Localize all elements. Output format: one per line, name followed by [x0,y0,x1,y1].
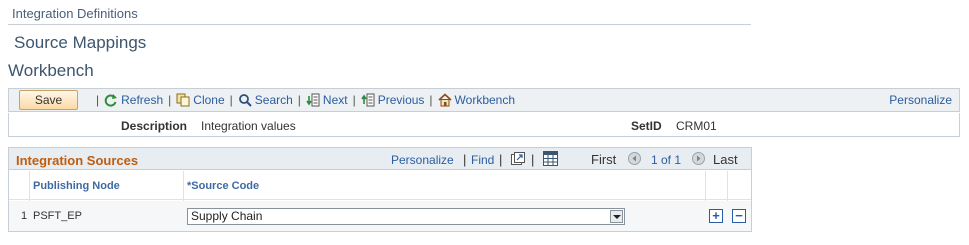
toolbar-separator: | [229,93,233,107]
column-header-source-code[interactable]: *Source Code [187,180,259,192]
search-label: Search [254,93,293,107]
next-row-icon [692,152,705,165]
setid-label: SetID [631,119,662,133]
integration-sources-grid: Integration Sources Personalize | Find |… [8,147,752,232]
toolbar-separator: | [429,93,433,107]
next-label: Next [322,93,348,107]
previous-label: Previous [377,93,425,107]
refresh-label: Refresh [121,93,164,107]
source-code-selected-value: Supply Chain [191,209,263,223]
grid-page-indicator: 1 of 1 [651,153,682,167]
clone-button[interactable]: Clone [176,93,225,107]
previous-in-list-icon [361,93,375,107]
home-icon [438,93,452,107]
header-fields: Description Integration values SetID CRM… [8,113,960,137]
add-row-button[interactable]: + [709,209,723,223]
grid-separator: | [499,152,503,167]
previous-button[interactable]: Previous [361,93,425,107]
toolbar-separator: | [297,93,301,107]
grid-column-headers: Publishing Node *Source Code [9,171,751,200]
toolbar-personalize-link[interactable]: Personalize [889,93,952,107]
toolbar: Save | Refresh | Clone | Search | Next |… [8,88,960,112]
search-button[interactable]: Search [238,93,293,107]
search-icon [238,94,252,107]
section-title: Workbench [8,61,94,80]
next-in-list-icon [306,93,320,107]
table-row: 1 PSFT_EP Supply Chain + − [9,201,751,231]
save-button[interactable]: Save [19,90,78,110]
grid-last-label: Last [713,152,738,167]
toolbar-separator: | [352,93,356,107]
workbench-label: Workbench [454,93,516,107]
grid-header: Integration Sources Personalize | Find |… [9,148,751,170]
source-code-dropdown[interactable]: Supply Chain [187,208,625,225]
refresh-icon [104,94,118,107]
clone-icon [176,93,190,107]
grid-separator: | [463,152,467,167]
next-button[interactable]: Next [306,93,348,107]
publishing-node-value: PSFT_EP [33,210,82,222]
row-number: 1 [21,210,28,222]
clone-label: Clone [193,93,225,107]
setid-value: CRM01 [676,119,717,133]
breadcrumb-divider [8,24,751,25]
download-spreadsheet-icon[interactable] [543,151,558,166]
description-label: Description [121,119,188,133]
grid-title: Integration Sources [16,153,139,168]
grid-personalize-link[interactable]: Personalize [391,153,454,167]
toolbar-separator: | [96,93,100,107]
breadcrumb[interactable]: Integration Definitions [12,6,138,21]
toolbar-separator: | [168,93,172,107]
previous-row-icon [628,152,641,165]
page-title: Source Mappings [14,33,147,52]
grid-find-link[interactable]: Find [471,153,494,167]
delete-row-button[interactable]: − [732,209,746,223]
chevron-down-icon[interactable] [610,210,623,223]
column-header-publishing-node[interactable]: Publishing Node [33,180,120,192]
grid-first-label: First [591,152,617,167]
view-all-icon[interactable] [511,152,525,165]
refresh-button[interactable]: Refresh [104,93,163,107]
workbench-button[interactable]: Workbench [438,93,515,107]
description-value: Integration values [201,119,296,133]
grid-separator: | [531,152,535,167]
